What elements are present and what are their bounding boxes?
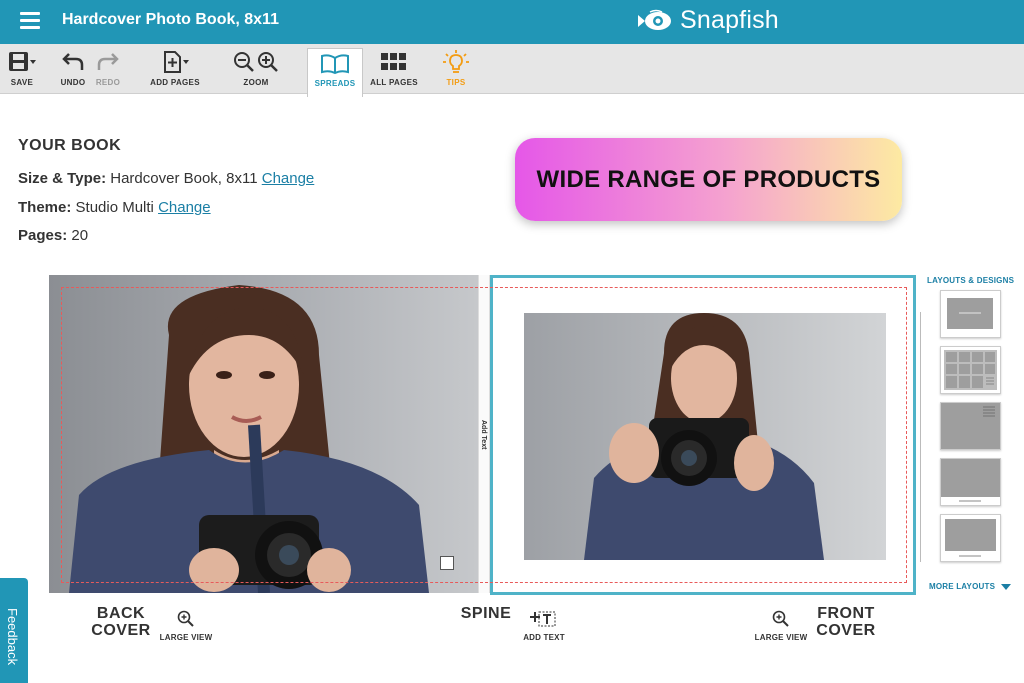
magnifier-plus-icon bbox=[772, 610, 789, 627]
pages-line: Pages: 20 bbox=[18, 227, 88, 244]
front-cover-panel[interactable] bbox=[490, 275, 916, 595]
redo-button[interactable]: REDO bbox=[90, 44, 126, 94]
book-spread: Add Text bbox=[49, 275, 916, 595]
spine-add-text[interactable]: Add Text bbox=[480, 420, 487, 449]
back-cover-label: BACK COVER bbox=[91, 605, 151, 639]
feedback-tab[interactable]: Feedback bbox=[0, 578, 28, 683]
undo-button[interactable]: UNDO bbox=[55, 44, 91, 94]
save-button[interactable]: SAVE bbox=[2, 44, 42, 94]
layout-text-corner-preview bbox=[941, 403, 1000, 449]
zoom-button[interactable]: ZOOM bbox=[225, 44, 287, 94]
pages-value: 20 bbox=[71, 227, 89, 244]
front-cover-label: FRONT COVER bbox=[816, 605, 876, 639]
size-type-label: Size & Type: bbox=[18, 170, 107, 187]
layouts-designs-title: LAYOUTS & DESIGNS bbox=[927, 276, 1015, 285]
change-size-link[interactable]: Change bbox=[262, 170, 315, 187]
save-label: SAVE bbox=[10, 78, 34, 87]
layout-thumb-title[interactable] bbox=[940, 290, 1001, 338]
theme-value: Studio Multi bbox=[75, 199, 154, 216]
project-title: Hardcover Photo Book, 8x11 bbox=[62, 11, 279, 28]
app-header: Hardcover Photo Book, 8x11 Snapfish bbox=[0, 0, 1024, 44]
save-icon bbox=[9, 52, 36, 71]
layout-title-preview bbox=[947, 298, 993, 329]
add-text-icon bbox=[530, 611, 556, 627]
spreads-label: SPREADS bbox=[314, 79, 356, 88]
layout-thumb-framed[interactable] bbox=[940, 514, 1001, 562]
caret-down-icon bbox=[1000, 583, 1011, 590]
grid-icon bbox=[381, 53, 406, 70]
more-layouts-link[interactable]: MORE LAYOUTS bbox=[929, 582, 1011, 591]
zoom-label: ZOOM bbox=[243, 78, 269, 87]
layout-thumb-text-corner[interactable] bbox=[940, 402, 1001, 450]
layout-grid-preview bbox=[944, 350, 997, 390]
add-pages-label: ADD PAGES bbox=[150, 78, 200, 87]
redo-icon bbox=[97, 53, 119, 70]
magnifier-plus-icon bbox=[177, 610, 194, 627]
change-theme-link[interactable]: Change bbox=[158, 199, 211, 216]
zoom-in-icon bbox=[258, 52, 278, 72]
add-page-icon bbox=[164, 51, 189, 73]
qr-code-icon bbox=[440, 556, 454, 570]
more-layouts-label: MORE LAYOUTS bbox=[929, 582, 996, 591]
undo-icon bbox=[62, 53, 84, 70]
undo-label: UNDO bbox=[60, 78, 86, 87]
layout-framed-preview bbox=[945, 519, 996, 557]
add-pages-button[interactable]: ADD PAGES bbox=[145, 44, 205, 94]
promo-text: WIDE RANGE OF PRODUCTS bbox=[536, 165, 881, 193]
spreads-tab[interactable]: SPREADS bbox=[307, 48, 363, 97]
layout-thumb-caption-bottom[interactable] bbox=[940, 458, 1001, 506]
size-type-line: Size & Type: Hardcover Book, 8x11 Change bbox=[18, 170, 314, 187]
zoom-out-icon bbox=[234, 52, 254, 72]
pages-label: Pages: bbox=[18, 227, 68, 244]
woman-with-camera-image bbox=[49, 275, 478, 593]
redo-label: REDO bbox=[95, 78, 121, 87]
front-large-view-label: LARGE VIEW bbox=[754, 633, 808, 642]
open-book-icon bbox=[321, 54, 349, 75]
editor-toolbar: SAVE UNDO REDO ADD PAGES ZOOM SPREADS AL… bbox=[0, 44, 1024, 97]
tips-label: TIPS bbox=[446, 78, 466, 87]
feedback-label: Feedback bbox=[5, 608, 20, 666]
spine-label: SPINE bbox=[460, 605, 512, 622]
promo-banner: WIDE RANGE OF PRODUCTS bbox=[515, 138, 902, 221]
theme-line: Theme: Studio Multi Change bbox=[18, 199, 211, 216]
add-text-button[interactable]: ADD TEXT bbox=[518, 610, 570, 642]
front-cover-photo[interactable] bbox=[524, 313, 886, 560]
woman-photographing-image bbox=[524, 313, 886, 560]
back-large-view-label: LARGE VIEW bbox=[159, 633, 213, 642]
size-type-value: Hardcover Book, 8x11 bbox=[110, 170, 258, 187]
layout-caption-bottom-preview bbox=[941, 459, 1000, 502]
all-pages-tab[interactable]: ALL PAGES bbox=[368, 44, 420, 94]
all-pages-label: ALL PAGES bbox=[370, 78, 418, 87]
theme-label: Theme: bbox=[18, 199, 72, 216]
add-text-label: ADD TEXT bbox=[523, 633, 565, 642]
logo-text: Snapfish bbox=[680, 6, 779, 34]
tips-button[interactable]: TIPS bbox=[438, 44, 474, 94]
lightbulb-icon bbox=[443, 50, 469, 73]
menu-icon[interactable] bbox=[20, 12, 40, 29]
fish-logo-icon bbox=[638, 9, 671, 30]
panel-divider bbox=[920, 312, 921, 562]
layout-thumb-grid[interactable] bbox=[940, 346, 1001, 394]
back-cover-photo[interactable] bbox=[49, 275, 478, 593]
your-book-heading: YOUR BOOK bbox=[18, 137, 122, 154]
spine-panel[interactable]: Add Text bbox=[478, 275, 490, 593]
front-large-view-button[interactable]: LARGE VIEW bbox=[752, 610, 810, 642]
snapfish-logo[interactable]: Snapfish bbox=[636, 6, 779, 35]
back-large-view-button[interactable]: LARGE VIEW bbox=[158, 610, 214, 642]
